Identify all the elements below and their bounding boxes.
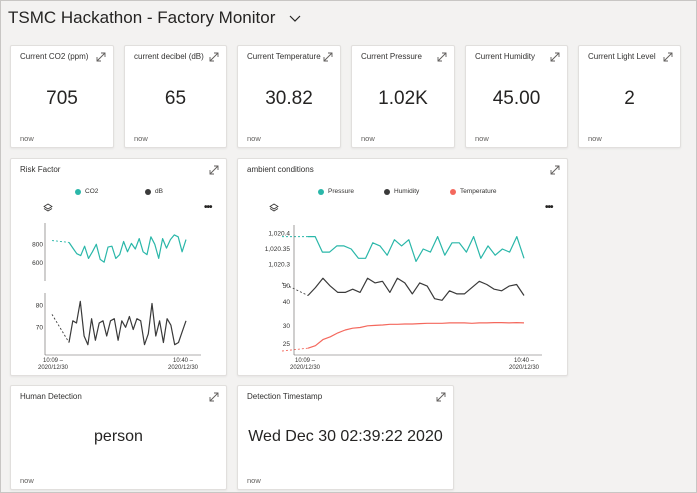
series-line-db bbox=[68, 300, 187, 346]
chart-title: ambient conditions bbox=[247, 165, 314, 174]
risk-factor-plot: 800600807010:09 –2020/12/3010:40 –2020/1… bbox=[32, 223, 201, 371]
legend-item-humidity[interactable]: Humidity bbox=[384, 188, 419, 195]
risk-factor-tile[interactable]: Risk Factor CO2 dB ••• 800 600 80 70 10:09 –… bbox=[10, 158, 227, 376]
kpi-footer: now bbox=[361, 134, 375, 143]
more-options-icon[interactable]: ••• bbox=[204, 202, 212, 213]
card-footer: now bbox=[20, 476, 34, 485]
series-line-pressure bbox=[308, 236, 525, 262]
legend-label: Humidity bbox=[394, 188, 420, 195]
x-tick-date: 2020/12/30 bbox=[290, 365, 321, 371]
expand-icon[interactable] bbox=[209, 392, 219, 402]
legend-label: dB bbox=[155, 188, 163, 195]
kpi-tile-light[interactable]: Current Light Level 2 now bbox=[578, 45, 681, 148]
x-tick-time: 10:40 – bbox=[173, 358, 194, 364]
expand-icon[interactable] bbox=[437, 52, 447, 62]
x-tick-time: 10:40 – bbox=[514, 358, 535, 364]
x-tick-date: 2020/12/30 bbox=[168, 365, 199, 371]
x-tick-date: 2020/12/30 bbox=[509, 365, 540, 371]
series-leadin-db bbox=[51, 314, 70, 343]
dashboard-header[interactable]: TSMC Hackathon - Factory Monitor bbox=[8, 8, 301, 28]
kpi-footer: now bbox=[588, 134, 602, 143]
card-value: Wed Dec 30 02:39:22 2020 bbox=[248, 428, 443, 445]
kpi-footer: now bbox=[247, 134, 261, 143]
x-tick-time: 10:09 – bbox=[43, 358, 64, 364]
legend-swatch bbox=[384, 188, 390, 195]
expand-icon[interactable] bbox=[209, 165, 219, 175]
kpi-value: 705 bbox=[46, 88, 78, 109]
legend-swatch bbox=[145, 188, 151, 195]
kpi-title: current decibel (dB) bbox=[134, 52, 204, 61]
detection-timestamp-tile[interactable]: Detection Timestamp Wed Dec 30 02:39:22 … bbox=[237, 385, 454, 490]
legend-item-db[interactable]: dB bbox=[145, 188, 163, 195]
kpi-title: Current Temperature bbox=[247, 52, 321, 61]
chevron-down-icon[interactable] bbox=[289, 12, 301, 24]
dashboard-title: TSMC Hackathon - Factory Monitor bbox=[8, 8, 276, 27]
y-tick-label: 80 bbox=[36, 303, 44, 310]
kpi-title: Current Light Level bbox=[588, 52, 656, 61]
legend-item-co2[interactable]: CO2 bbox=[75, 188, 98, 195]
ambient-conditions-plot: 1,020.41,020.351,020.35040302510:09 –202… bbox=[265, 225, 542, 371]
ambient-conditions-tile[interactable]: ambient conditions Pressure Humidity Tem… bbox=[237, 158, 568, 376]
y-tick-label: 800 bbox=[32, 241, 43, 248]
kpi-tile-decibel[interactable]: current decibel (dB) 65 now bbox=[124, 45, 227, 148]
card-footer: now bbox=[247, 476, 261, 485]
series-line-co2 bbox=[68, 234, 187, 263]
kpi-tile-co2[interactable]: Current CO2 (ppm) 705 now bbox=[10, 45, 114, 148]
y-tick-label: 25 bbox=[283, 341, 291, 348]
legend-swatch bbox=[75, 188, 81, 195]
more-options-icon[interactable]: ••• bbox=[545, 202, 553, 213]
layers-icon[interactable] bbox=[43, 203, 53, 213]
kpi-footer: now bbox=[475, 134, 489, 143]
card-title: Human Detection bbox=[20, 392, 82, 401]
kpi-tile-temperature[interactable]: Current Temperature 30.82 now bbox=[237, 45, 341, 148]
legend-label: Pressure bbox=[328, 188, 355, 195]
kpi-tile-humidity[interactable]: Current Humidity 45.00 now bbox=[465, 45, 568, 148]
legend-item-temperature[interactable]: Temperature bbox=[450, 188, 497, 195]
kpi-title: Current Pressure bbox=[361, 52, 422, 61]
kpi-title: Current CO2 (ppm) bbox=[20, 52, 89, 61]
chart-title: Risk Factor bbox=[20, 165, 61, 174]
expand-icon[interactable] bbox=[209, 52, 219, 62]
y-tick-label: 600 bbox=[32, 260, 43, 267]
card-title: Detection Timestamp bbox=[247, 392, 323, 401]
kpi-value: 30.82 bbox=[265, 88, 313, 109]
kpi-title: Current Humidity bbox=[475, 52, 536, 61]
layers-icon[interactable] bbox=[269, 203, 279, 213]
x-tick-date: 2020/12/30 bbox=[38, 365, 69, 371]
y-tick-label: 1,020.35 bbox=[265, 246, 291, 253]
expand-icon[interactable] bbox=[550, 165, 560, 175]
kpi-tile-pressure[interactable]: Current Pressure 1.02K now bbox=[351, 45, 455, 148]
kpi-footer: now bbox=[20, 134, 34, 143]
legend-item-pressure[interactable]: Pressure bbox=[318, 188, 354, 195]
y-tick-label: 70 bbox=[36, 324, 44, 331]
series-leadin-temperature bbox=[281, 347, 309, 352]
kpi-value: 1.02K bbox=[378, 88, 428, 109]
x-tick-time: 10:09 – bbox=[295, 358, 316, 364]
expand-icon[interactable] bbox=[96, 52, 106, 62]
series-line-temperature bbox=[307, 322, 525, 349]
card-value: person bbox=[94, 428, 143, 445]
expand-icon[interactable] bbox=[663, 52, 673, 62]
kpi-value: 45.00 bbox=[492, 88, 541, 109]
legend-swatch bbox=[318, 188, 324, 195]
y-tick-label: 40 bbox=[283, 299, 291, 306]
series-line-humidity bbox=[307, 277, 525, 301]
y-tick-label: 1,020.3 bbox=[268, 261, 290, 268]
legend-label: Temperature bbox=[460, 188, 497, 195]
kpi-value: 65 bbox=[164, 88, 187, 109]
legend-label: CO2 bbox=[85, 188, 99, 195]
series-leadin-co2 bbox=[51, 240, 70, 243]
y-tick-label: 30 bbox=[283, 323, 291, 330]
legend-swatch bbox=[450, 188, 456, 195]
kpi-footer: now bbox=[134, 134, 148, 143]
kpi-value: 2 bbox=[624, 88, 635, 109]
expand-icon[interactable] bbox=[550, 52, 560, 62]
expand-icon[interactable] bbox=[323, 52, 333, 62]
human-detection-tile[interactable]: Human Detection person now bbox=[10, 385, 227, 490]
expand-icon[interactable] bbox=[436, 392, 446, 402]
